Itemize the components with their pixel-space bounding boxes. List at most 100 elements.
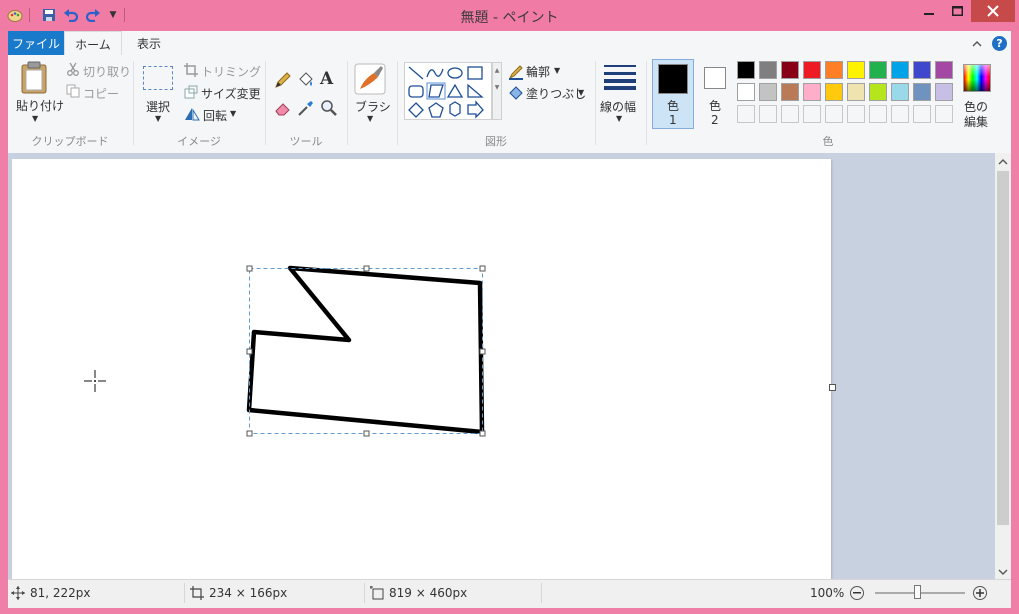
minimize-button[interactable] [915,0,943,22]
palette-swatch[interactable] [847,83,865,101]
palette-swatch[interactable] [913,83,931,101]
paste-dropdown-icon[interactable]: ▼ [32,114,38,123]
palette-swatch[interactable] [891,83,909,101]
palette-swatch[interactable] [825,61,843,79]
group-separator [347,61,348,145]
color-1-label: 色 [667,99,680,113]
fill-dropdown-icon[interactable]: ▼ [578,88,584,97]
outline-button[interactable]: 輪郭 [526,63,550,80]
palette-custom-slot[interactable] [803,105,821,123]
palette-custom-slot[interactable] [913,105,931,123]
tab-home[interactable]: ホーム [64,31,122,56]
resize-button[interactable]: サイズ変更 [201,85,261,102]
zoom-in-button[interactable] [973,586,987,600]
tools-group-label: ツール [289,135,323,148]
tab-view[interactable]: 表示 [126,31,172,55]
help-icon[interactable]: ? [992,36,1007,51]
color-palette[interactable] [737,61,957,127]
color-2-label: 色 [709,99,722,113]
palette-swatch[interactable] [913,61,931,79]
palette-swatch[interactable] [869,61,887,79]
line-width-button[interactable]: 線の幅 [600,98,636,115]
brush-icon[interactable] [354,63,386,95]
ribbon: 貼り付け ▼ 切り取り コピー クリップボード 選択 ▼ トリミング サイズ変更… [8,55,1011,154]
palette-swatch[interactable] [803,61,821,79]
palette-custom-slot[interactable] [825,105,843,123]
zoom-out-button[interactable] [850,586,864,600]
zoom-slider-thumb[interactable] [914,585,921,599]
eraser-icon[interactable] [274,99,292,117]
edit-colors-button-line2: 編集 [964,115,989,129]
palette-swatch[interactable] [759,61,777,79]
palette-custom-slot[interactable] [781,105,799,123]
status-separator [184,583,185,603]
rotate-dropdown-icon[interactable]: ▼ [230,109,236,118]
crop-icon [184,63,198,77]
palette-swatch[interactable] [803,83,821,101]
fill-bucket-icon[interactable] [297,71,315,89]
scroll-up-icon[interactable] [998,156,1008,166]
palette-swatch[interactable] [847,61,865,79]
zoom-level: 100% [810,586,845,600]
shapes-scrollbar[interactable]: ▲ ▼ [492,62,502,120]
palette-swatch[interactable] [759,83,777,101]
magnifier-icon[interactable] [320,99,338,117]
paste-button[interactable]: 貼り付け [16,97,64,114]
fill-icon [508,85,524,101]
image-size-icon [370,586,384,600]
copy-button[interactable]: コピー [83,85,119,102]
maximize-button[interactable] [943,0,971,22]
copy-icon [66,84,80,98]
paste-icon[interactable] [18,61,56,97]
color-2-swatch[interactable] [704,67,726,89]
text-tool-icon[interactable]: A [320,69,333,89]
canvas-resize-handle-right[interactable] [829,384,836,391]
select-icon[interactable] [143,66,173,90]
status-separator [541,583,542,603]
drawing-canvas[interactable] [12,159,831,579]
palette-custom-slot[interactable] [935,105,953,123]
close-button[interactable] [971,0,1015,22]
palette-custom-slot[interactable] [847,105,865,123]
collapse-ribbon-icon[interactable] [970,36,984,50]
select-button[interactable]: 選択 [146,98,170,115]
pencil-icon[interactable] [274,71,292,89]
shapes-gallery[interactable] [404,62,492,120]
select-dropdown-icon[interactable]: ▼ [155,114,161,123]
scroll-thumb[interactable] [997,171,1009,525]
palette-swatch[interactable] [825,83,843,101]
brushes-dropdown-icon[interactable]: ▼ [367,114,373,123]
cut-button[interactable]: 切り取り [83,63,131,80]
palette-custom-slot[interactable] [759,105,777,123]
tab-file[interactable]: ファイル [8,31,64,55]
color-picker-icon[interactable] [297,99,315,117]
clipboard-group-label: クリップボード [31,135,109,148]
outline-dropdown-icon[interactable]: ▼ [554,66,560,75]
brushes-button[interactable]: ブラシ [355,98,391,115]
rotate-button[interactable]: 回転 [203,107,227,124]
palette-swatch[interactable] [935,83,953,101]
palette-custom-slot[interactable] [869,105,887,123]
selection-size: 234 × 166px [209,586,288,600]
window-title: 無題 - ペイント [460,10,559,26]
scissors-icon [66,62,80,76]
palette-swatch[interactable] [781,61,799,79]
cursor-position: 81, 222px [30,586,91,600]
color-2-number: 2 [711,113,719,127]
palette-swatch[interactable] [737,61,755,79]
palette-swatch[interactable] [737,83,755,101]
colors-group-label: 色 [822,135,834,148]
palette-custom-slot[interactable] [891,105,909,123]
resize-icon [184,85,198,99]
line-width-dropdown-icon[interactable]: ▼ [616,114,622,123]
edit-colors-icon [963,64,991,92]
palette-swatch[interactable] [891,61,909,79]
palette-custom-slot[interactable] [737,105,755,123]
scroll-down-icon[interactable] [998,566,1008,576]
crop-button[interactable]: トリミング [201,63,261,80]
palette-swatch[interactable] [781,83,799,101]
palette-swatch[interactable] [935,61,953,79]
color-1-swatch [658,64,688,94]
palette-swatch[interactable] [869,83,887,101]
line-width-icon[interactable] [604,64,636,90]
